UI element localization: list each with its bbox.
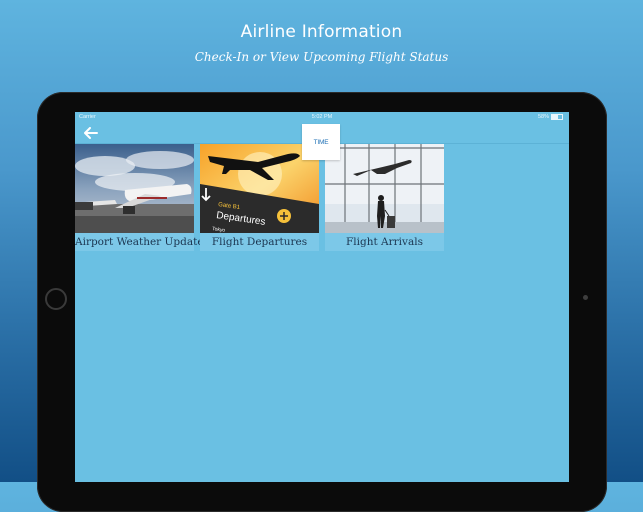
status-time: 5:02 PM [311,114,333,120]
tile-label: Airport Weather Update [75,233,204,251]
tile-image-airport-weather [75,144,194,233]
status-bar: Carrier 5:02 PM 58% [75,112,569,123]
status-battery: 58% [538,114,563,120]
battery-percent: 58% [537,114,549,120]
tile-flight-arrivals[interactable]: Flight Arrivals [325,144,444,251]
tile-label: Flight Arrivals [325,233,444,251]
back-arrow-icon[interactable] [84,127,98,139]
tile-image-arrivals [325,144,444,233]
app-logo: TIME [302,124,340,160]
battery-icon [551,114,563,120]
camera-icon [583,295,588,300]
home-button [45,288,67,310]
page-headline: Airline Information [240,22,403,42]
svg-text:Tokyo: Tokyo [212,226,226,233]
page-subheadline: Check-In or View Upcoming Flight Status [194,50,449,64]
tile-flight-departures[interactable]: Gate B1 Departures Tokyo Flight Departur… [200,144,319,251]
logo-text: TIME [313,138,329,146]
tile-label: Flight Departures [200,233,319,251]
tile-airport-weather-update[interactable]: Airport Weather Update [75,144,204,251]
app-screen: Carrier 5:02 PM 58% Airport Weather Upda… [75,112,569,482]
